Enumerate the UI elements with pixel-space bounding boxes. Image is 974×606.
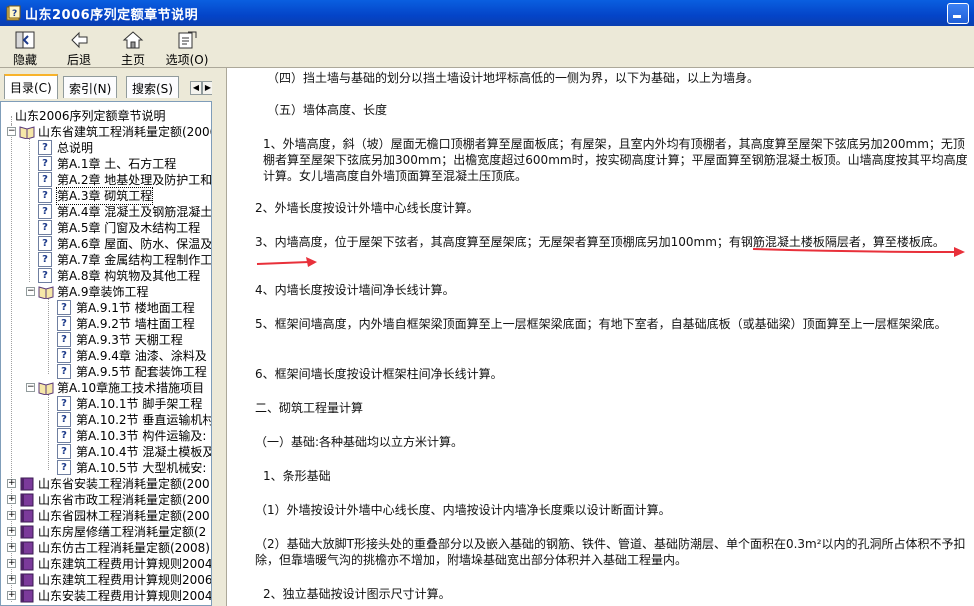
- closed-book-icon: [20, 589, 34, 603]
- minimize-button[interactable]: [947, 3, 969, 24]
- help-page-icon: ?: [57, 444, 71, 459]
- help-page-icon: ?: [57, 412, 71, 427]
- paragraph: （五）墙体高度、长度: [267, 103, 388, 117]
- tab-scroll-left-button[interactable]: ◀: [190, 81, 202, 95]
- help-page-icon: ?: [57, 332, 71, 347]
- paragraph: 2、外墙长度按设计外墙中心线长度计算。: [255, 201, 479, 215]
- paragraph: 6、框架间墙长度按设计框架柱间净长线计算。: [255, 367, 503, 381]
- expand-icon[interactable]: +: [7, 575, 16, 584]
- help-page-icon: ?: [38, 252, 52, 267]
- tab-search[interactable]: 搜索(S): [126, 76, 179, 98]
- annotation-arrow-left: [256, 257, 317, 267]
- options-button[interactable]: 选项(O): [164, 28, 210, 67]
- back-button[interactable]: 后退: [56, 28, 102, 67]
- help-book-icon: ?: [6, 5, 21, 21]
- help-page-icon: ?: [38, 220, 52, 235]
- annotation-arrow-right: [752, 247, 965, 257]
- open-book-icon: [19, 126, 35, 139]
- help-page-icon: ?: [38, 172, 52, 187]
- help-page-icon: ?: [38, 140, 52, 155]
- help-page-icon: ?: [38, 204, 52, 219]
- section-heading: 二、砌筑工程量计算: [255, 401, 364, 415]
- closed-book-icon: [20, 493, 34, 507]
- open-book-icon: [38, 382, 54, 395]
- help-page-icon: ?: [38, 236, 52, 251]
- paragraph: （四）挡土墙与基础的划分以挡土墙设计地坪标高低的一侧为界，以下为基础，以上为墙身…: [267, 71, 760, 85]
- window-title: 山东2006序列定额章节说明: [25, 8, 199, 23]
- expand-icon[interactable]: +: [7, 527, 16, 536]
- closed-book-icon: [20, 573, 34, 587]
- closed-book-icon: [20, 541, 34, 555]
- pane-splitter[interactable]: [212, 68, 226, 606]
- hide-icon: [15, 31, 35, 49]
- expand-icon[interactable]: +: [7, 511, 16, 520]
- expand-icon[interactable]: +: [7, 543, 16, 552]
- expand-icon[interactable]: +: [7, 559, 16, 568]
- help-page-icon: ?: [57, 396, 71, 411]
- open-book-icon: [38, 286, 54, 299]
- paragraph: （一）基础:各种基础均以立方米计算。: [255, 435, 464, 449]
- paragraph: 1、外墙高度，斜（坡）屋面无檐口顶棚者算至屋面板底；有屋架，且室内外均有顶棚者，…: [263, 137, 968, 183]
- closed-book-icon: [20, 525, 34, 539]
- help-page-icon: ?: [57, 300, 71, 315]
- svg-text:?: ?: [12, 9, 17, 19]
- help-page-icon: ?: [57, 460, 71, 475]
- tab-index[interactable]: 索引(N): [63, 76, 118, 98]
- help-page-icon: ?: [38, 156, 52, 171]
- hide-button[interactable]: 隐藏: [2, 28, 48, 67]
- home-icon: [122, 31, 144, 49]
- paragraph: （2）基础大放脚T形接头处的重叠部分以及嵌入基础的钢筋、铁件、管道、基础防潮层、…: [255, 537, 966, 567]
- paragraph: 2、独立基础按设计图示尺寸计算。: [263, 587, 451, 601]
- toolbar: 隐藏 后退 主页 选项(O): [0, 26, 974, 68]
- help-page-icon: ?: [57, 316, 71, 331]
- paragraph: （1）外墙按设计外墙中心线长度、内墙按设计内墙净长度乘以设计断面计算。: [255, 503, 671, 517]
- closed-book-icon: [20, 509, 34, 523]
- title-bar: ? 山东2006序列定额章节说明: [0, 0, 974, 26]
- expand-icon[interactable]: +: [7, 591, 16, 600]
- collapse-icon[interactable]: −: [26, 383, 35, 392]
- navigation-tabs: 目录(C) 索引(N) 搜索(S) ◀ ▶: [0, 72, 222, 100]
- help-page-icon: ?: [57, 428, 71, 443]
- help-page-icon: ?: [57, 348, 71, 363]
- paragraph: 4、内墙长度按设计墙间净长线计算。: [255, 283, 455, 297]
- home-button[interactable]: 主页: [110, 28, 156, 67]
- collapse-icon[interactable]: −: [7, 127, 16, 136]
- closed-book-icon: [20, 477, 34, 491]
- help-page-icon: ?: [57, 364, 71, 379]
- back-arrow-icon: [71, 31, 88, 49]
- paragraph: 1、条形基础: [263, 469, 331, 483]
- collapse-icon[interactable]: −: [26, 287, 35, 296]
- tab-contents[interactable]: 目录(C): [4, 74, 58, 99]
- contents-tree: 山东2006序列定额章节说明 − 山东省建筑工程消耗量定额(2006 ? 总说明?…: [0, 101, 212, 606]
- closed-book-icon: [20, 557, 34, 571]
- help-page-icon: ?: [38, 188, 52, 203]
- expand-icon[interactable]: +: [7, 479, 16, 488]
- paragraph: 5、框架间墙高度，内外墙自框架梁顶面算至上一层框架梁底面；有地下室者，自基础底板…: [255, 317, 947, 331]
- options-icon: [178, 31, 197, 49]
- topic-content: （四）挡土墙与基础的划分以挡土墙设计地坪标高低的一侧为界，以下为基础，以上为墙身…: [226, 68, 974, 606]
- help-page-icon: ?: [38, 268, 52, 283]
- expand-icon[interactable]: +: [7, 495, 16, 504]
